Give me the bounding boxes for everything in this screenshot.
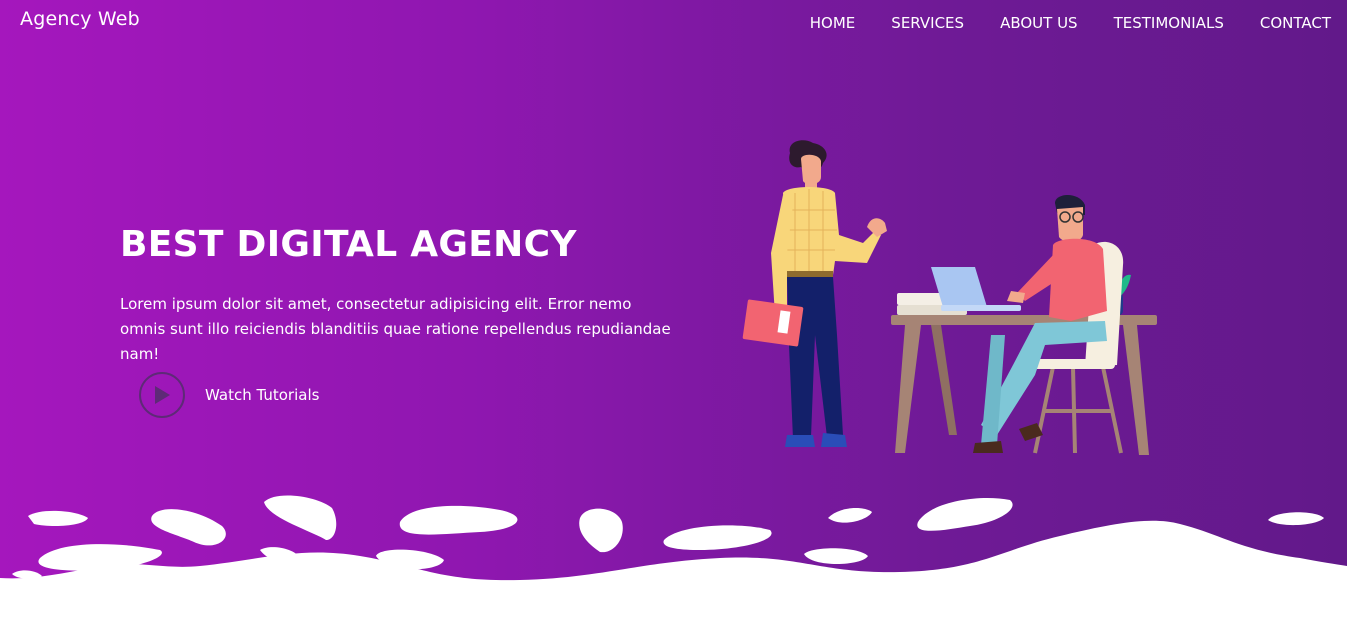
standing-man-illustration (742, 140, 887, 447)
splash-wave-decoration (0, 495, 1347, 619)
hero-title: BEST DIGITAL AGENCY (120, 224, 577, 265)
brand-logo[interactable]: Agency Web (20, 8, 140, 30)
play-icon[interactable] (139, 372, 185, 418)
nav-item-contact[interactable]: CONTACT (1224, 13, 1331, 33)
watch-tutorials-label[interactable]: Watch Tutorials (205, 386, 319, 404)
nav-item-about-us[interactable]: ABOUT US (964, 13, 1078, 33)
nav-item-home[interactable]: HOME (774, 13, 856, 33)
office-illustration (742, 140, 1157, 455)
hero-section: Agency Web HOME SERVICES ABOUT US TESTIM… (0, 0, 1347, 619)
watch-tutorials-button[interactable]: Watch Tutorials (139, 372, 319, 418)
main-nav: HOME SERVICES ABOUT US TESTIMONIALS CONT… (774, 13, 1331, 33)
nav-item-services[interactable]: SERVICES (855, 13, 964, 33)
nav-item-testimonials[interactable]: TESTIMONIALS (1078, 13, 1224, 33)
hero-description: Lorem ipsum dolor sit amet, consectetur … (120, 295, 671, 363)
